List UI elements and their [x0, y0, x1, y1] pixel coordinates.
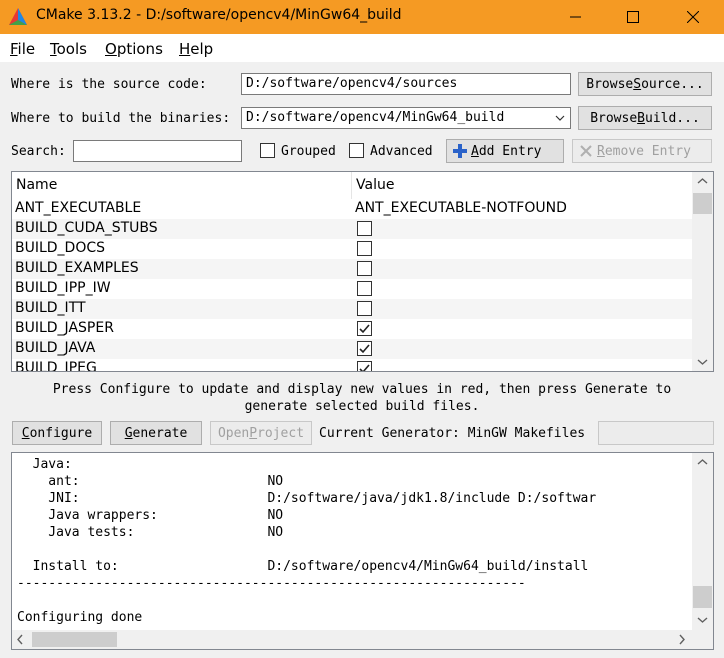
remove-entry-button[interactable]: Remove Entry [572, 139, 712, 163]
minimize-button[interactable] [553, 0, 599, 34]
hint-text: Press Configure to update and display ne… [52, 382, 672, 414]
open-project-button[interactable]: Open Project [210, 421, 312, 445]
scroll-thumb[interactable] [32, 632, 117, 647]
table-row[interactable]: BUILD_ITT [12, 299, 692, 319]
row-name: BUILD_EXAMPLES [15, 260, 139, 276]
scroll-corner [692, 630, 713, 649]
search-label: Search: [11, 144, 66, 159]
scroll-down-icon[interactable] [697, 616, 708, 624]
output-line: Install to: D:/software/opencv4/MinGw64_… [17, 559, 589, 574]
output-line: ant: NO [17, 474, 284, 489]
row-value[interactable]: ANT_EXECUTABLE-NOTFOUND [355, 200, 567, 216]
cache-table: Name Value ANT_EXECUTABLE ANT_EXECUTABLE-… [11, 171, 714, 372]
menu-file[interactable]: File [10, 40, 35, 58]
scroll-down-icon[interactable] [697, 358, 708, 366]
scroll-up-icon[interactable] [697, 458, 708, 466]
row-checkbox[interactable] [357, 261, 372, 276]
output-line: ----------------------------------------… [17, 576, 526, 591]
row-checkbox[interactable] [357, 241, 372, 256]
row-checkbox[interactable] [357, 281, 372, 296]
source-label: Where is the source code: [11, 77, 207, 92]
source-path-input[interactable]: D:/software/opencv4/sources [241, 73, 571, 95]
scroll-right-icon[interactable] [678, 634, 686, 645]
table-row[interactable]: BUILD_JPEG [12, 359, 692, 372]
table-row[interactable]: BUILD_DOCS [12, 239, 692, 259]
row-name: BUILD_JASPER [15, 320, 114, 336]
menu-tools[interactable]: Tools [50, 40, 87, 58]
table-vertical-scrollbar[interactable] [692, 172, 713, 371]
generate-button[interactable]: Generate [110, 421, 202, 445]
advanced-label: Advanced [370, 144, 433, 159]
checkmark-icon [359, 364, 370, 371]
generator-field [598, 421, 714, 445]
add-entry-button[interactable]: Add Entry [446, 139, 564, 163]
grouped-checkbox[interactable] [260, 143, 275, 158]
table-row[interactable]: BUILD_CUDA_STUBS [12, 219, 692, 239]
menu-help[interactable]: Help [179, 40, 213, 58]
menu-options[interactable]: Options [105, 40, 163, 58]
configure-button[interactable]: Configure [12, 421, 102, 445]
build-path-combobox[interactable]: D:/software/opencv4/MinGw64_build [241, 107, 571, 129]
column-header-name[interactable]: Name [12, 172, 352, 199]
row-checkbox[interactable] [357, 301, 372, 316]
row-checkbox[interactable] [357, 341, 372, 356]
checkmark-icon [359, 344, 370, 354]
maximize-button[interactable] [610, 0, 656, 34]
browse-source-button[interactable]: Browse Source... [578, 72, 712, 96]
minimize-icon [570, 16, 581, 18]
output-vertical-scrollbar[interactable] [692, 453, 713, 630]
window-title: CMake 3.13.2 - D:/software/opencv4/MinGw… [36, 7, 402, 23]
output-line: JNI: D:/software/java/jdk1.8/include D:/… [17, 491, 597, 506]
table-row[interactable]: BUILD_JAVA [12, 339, 692, 359]
cmake-app-icon [9, 8, 27, 25]
output-log[interactable]: Java: ant: NO JNI: D:/software/java/jdk1… [11, 452, 714, 650]
checkmark-icon [359, 324, 370, 334]
output-line: Java wrappers: NO [17, 508, 284, 523]
row-name: BUILD_JAVA [15, 340, 96, 356]
row-name: ANT_EXECUTABLE [15, 200, 142, 216]
table-row[interactable]: ANT_EXECUTABLE ANT_EXECUTABLE-NOTFOUND [12, 199, 692, 219]
output-horizontal-scrollbar[interactable] [12, 630, 692, 649]
remove-icon [580, 145, 592, 157]
maximize-icon [627, 11, 639, 23]
scroll-up-icon[interactable] [697, 177, 708, 185]
row-checkbox[interactable] [357, 321, 372, 336]
build-label: Where to build the binaries: [11, 111, 231, 126]
table-row[interactable]: BUILD_IPP_IW [12, 279, 692, 299]
scroll-thumb[interactable] [693, 193, 712, 214]
column-header-value[interactable]: Value [352, 172, 692, 199]
search-input[interactable] [73, 140, 242, 162]
advanced-checkbox[interactable] [349, 143, 364, 158]
row-name: BUILD_ITT [15, 300, 86, 316]
browse-build-button[interactable]: Browse Build... [578, 106, 712, 130]
row-checkbox[interactable] [357, 221, 372, 236]
row-checkbox[interactable] [357, 361, 372, 371]
output-line: Java tests: NO [17, 525, 284, 540]
scroll-thumb[interactable] [693, 586, 712, 608]
row-name: BUILD_JPEG [15, 360, 97, 372]
row-name: BUILD_DOCS [15, 240, 106, 256]
table-row[interactable]: BUILD_EXAMPLES [12, 259, 692, 279]
plus-icon [453, 144, 467, 158]
grouped-label: Grouped [281, 144, 336, 159]
chevron-down-icon[interactable] [555, 114, 565, 122]
close-button[interactable] [670, 0, 716, 34]
output-line: Java: [17, 457, 72, 472]
current-generator-label: Current Generator: MinGW Makefiles [319, 426, 586, 441]
table-row[interactable]: BUILD_JASPER [12, 319, 692, 339]
scroll-left-icon[interactable] [16, 634, 24, 645]
row-name: BUILD_CUDA_STUBS [15, 220, 158, 236]
output-line: Configuring done [17, 610, 143, 625]
close-icon [687, 11, 699, 23]
row-name: BUILD_IPP_IW [15, 280, 111, 296]
